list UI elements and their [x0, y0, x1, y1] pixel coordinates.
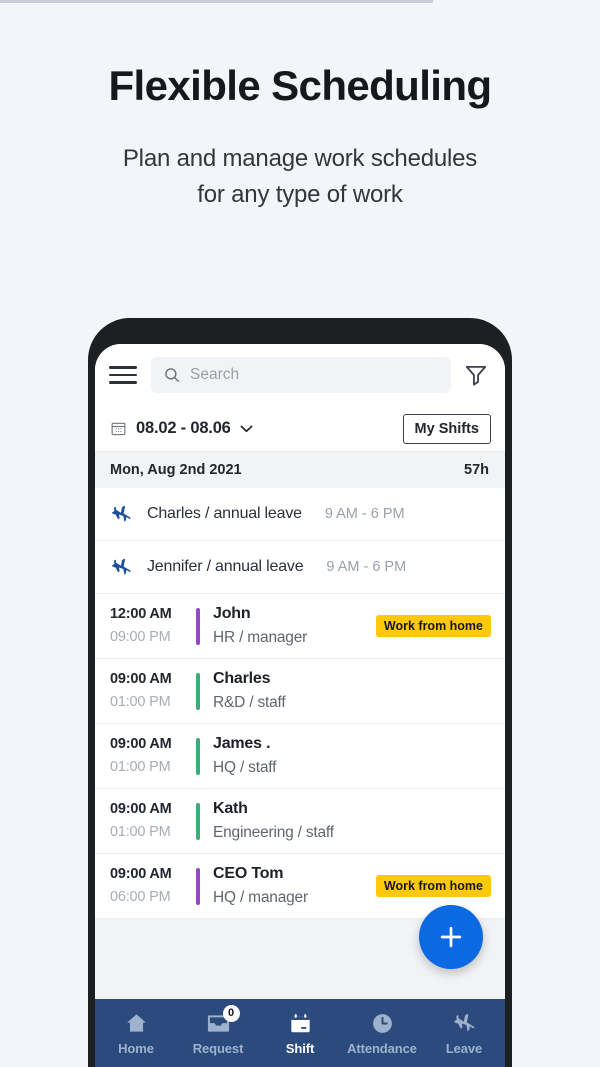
shift-person-role: HR / manager	[213, 629, 308, 647]
shift-end-time: 06:00 PM	[110, 889, 171, 905]
nav-item-home[interactable]: Home	[95, 1011, 177, 1056]
clock-icon	[370, 1011, 395, 1036]
plus-icon	[440, 926, 462, 948]
nav-item-shift[interactable]: Shift	[259, 1011, 341, 1056]
nav-label: Attendance	[347, 1040, 417, 1056]
shift-times: 09:00 AM 01:00 PM	[110, 733, 192, 780]
airplane-icon	[452, 1011, 477, 1036]
shift-person: John HR / manager	[213, 602, 376, 649]
shift-start-time: 09:00 AM	[110, 865, 172, 882]
table-row[interactable]: 12:00 AM 09:00 PM John HR / manager Work…	[95, 594, 505, 659]
status-badge: Work from home	[375, 615, 491, 637]
status-badge: Work from home	[375, 875, 491, 897]
search-placeholder-text: Search	[190, 366, 240, 383]
page-title: Flexible Scheduling	[108, 62, 492, 109]
add-shift-button[interactable]	[419, 905, 483, 969]
date-range-selector[interactable]: 08.02 - 08.06	[110, 419, 253, 438]
shift-accent-bar	[196, 737, 200, 775]
day-header-date: Mon, Aug 2nd 2021	[110, 462, 242, 478]
phone-screen: Search 08.02 - 08.06 My Shifts Mon, Aug …	[95, 344, 505, 1067]
shift-person: Charles R&D / staff	[213, 667, 491, 714]
table-row[interactable]: 09:00 AM 01:00 PM Charles R&D / staff	[95, 659, 505, 724]
nav-item-leave[interactable]: Leave	[423, 1011, 505, 1056]
promo-screenshot: Flexible Scheduling Plan and manage work…	[0, 0, 600, 1067]
home-icon	[124, 1011, 149, 1036]
nav-label: Request	[192, 1040, 244, 1056]
day-header: Mon, Aug 2nd 2021 57h	[95, 452, 505, 488]
nav-label: Shift	[285, 1040, 315, 1056]
bottom-navigation: Home 0 Request Shift Attendance Leave	[95, 999, 505, 1067]
shift-person-name: CEO Tom	[213, 865, 284, 883]
airplane-icon	[111, 505, 131, 522]
table-row[interactable]: 09:00 AM 01:00 PM James . HQ / staff	[95, 724, 505, 789]
shift-person-name: Charles	[213, 670, 271, 688]
shift-start-time: 09:00 AM	[110, 670, 172, 687]
table-row[interactable]: 09:00 AM 01:00 PM Kath Engineering / sta…	[95, 789, 505, 854]
leave-time: 9 AM - 6 PM	[324, 506, 405, 522]
shift-person-role: HQ / staff	[213, 759, 277, 777]
shift-start-time: 09:00 AM	[110, 735, 172, 752]
status-badge: 0	[222, 1004, 240, 1022]
app-bar: Search	[95, 344, 505, 406]
day-header-total-hours: 57h	[464, 462, 489, 478]
filter-funnel-icon[interactable]	[463, 362, 489, 388]
hero-section: Flexible Scheduling Plan and manage work…	[0, 62, 600, 213]
leave-time: 9 AM - 6 PM	[326, 559, 407, 575]
calendar-icon	[111, 422, 126, 436]
shift-start-time: 12:00 AM	[110, 605, 172, 622]
shift-end-time: 01:00 PM	[110, 759, 171, 775]
page-subtitle: Plan and manage work schedules for any t…	[0, 141, 600, 213]
shift-end-time: 09:00 PM	[110, 629, 171, 645]
shift-accent-bar	[196, 672, 200, 710]
shift-times: 09:00 AM 01:00 PM	[110, 798, 192, 845]
leave-title: Charles / annual leave	[147, 505, 302, 522]
shift-person: Kath Engineering / staff	[213, 797, 491, 844]
shift-end-time: 01:00 PM	[110, 824, 171, 840]
nav-item-attendance[interactable]: Attendance	[341, 1011, 423, 1056]
my-shifts-button[interactable]: My Shifts	[402, 413, 491, 444]
shift-accent-bar	[196, 867, 200, 905]
list-item[interactable]: Charles / annual leave 9 AM - 6 PM	[95, 488, 505, 541]
shift-start-time: 09:00 AM	[110, 800, 172, 817]
search-input[interactable]: Search	[151, 357, 451, 393]
shift-person: CEO Tom HQ / manager	[213, 862, 376, 909]
subtitle-line-1: Plan and manage work schedules	[122, 145, 478, 173]
shift-times: 09:00 AM 06:00 PM	[110, 863, 192, 910]
leave-title: Jennifer / annual leave	[147, 558, 304, 575]
shift-times: 12:00 AM 09:00 PM	[110, 603, 192, 650]
chevron-down-icon	[240, 425, 253, 432]
airplane-icon	[111, 558, 131, 575]
date-bar: 08.02 - 08.06 My Shifts	[95, 406, 505, 452]
shift-times: 09:00 AM 01:00 PM	[110, 668, 192, 715]
nav-label: Home	[118, 1040, 154, 1056]
nav-item-request[interactable]: 0 Request	[177, 1004, 259, 1056]
hamburger-icon[interactable]	[109, 366, 137, 384]
top-divider	[0, 0, 433, 3]
phone-frame: Search 08.02 - 08.06 My Shifts Mon, Aug …	[88, 318, 512, 1067]
subtitle-line-2: for any type of work	[197, 181, 403, 209]
shift-person: James . HQ / staff	[213, 732, 491, 779]
shift-person-name: John	[213, 605, 251, 623]
inbox-tray-icon: 0	[206, 1004, 240, 1036]
list-item[interactable]: Jennifer / annual leave 9 AM - 6 PM	[95, 541, 505, 594]
shift-accent-bar	[196, 607, 200, 645]
calendar-icon	[288, 1011, 313, 1036]
shift-person-role: Engineering / staff	[213, 824, 334, 842]
shift-person-name: Kath	[213, 800, 248, 818]
date-range-text: 08.02 - 08.06	[136, 419, 231, 437]
shift-person-name: James .	[213, 735, 271, 753]
shift-person-role: R&D / staff	[213, 694, 286, 712]
shift-end-time: 01:00 PM	[110, 694, 171, 710]
search-icon	[165, 368, 180, 383]
shift-accent-bar	[196, 802, 200, 840]
shift-person-role: HQ / manager	[213, 889, 308, 907]
nav-label: Leave	[445, 1040, 483, 1056]
